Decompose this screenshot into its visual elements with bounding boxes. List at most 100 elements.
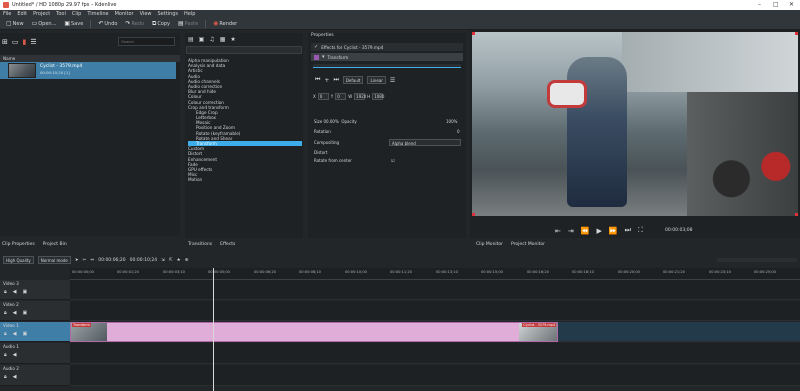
tab-transitions[interactable]: Transitions [188, 242, 212, 247]
paste-button[interactable]: ▤ Paste [175, 19, 201, 29]
add-effect-icon[interactable]: ⊕ [185, 258, 189, 263]
height-field[interactable]: 1080 [372, 93, 384, 100]
width-field[interactable]: 1920 [354, 93, 366, 100]
minimize-icon[interactable]: – [758, 1, 761, 8]
menu-icon[interactable]: ☰ [30, 38, 36, 46]
tab-project-monitor[interactable]: Project Monitor [511, 242, 545, 247]
zoom-slider[interactable] [717, 258, 797, 262]
favorite-star-icon[interactable]: ★ [230, 36, 235, 43]
edit-mode-select[interactable]: Normal mode [37, 256, 71, 264]
selection-tool-icon[interactable]: ➤ [75, 258, 79, 263]
ease-select[interactable]: Linear [367, 76, 386, 84]
forward-icon[interactable]: ⏩ [609, 227, 618, 235]
menu-help[interactable]: Help [184, 11, 195, 17]
new-folder-icon[interactable]: ▭ [12, 38, 19, 46]
copy-button[interactable]: ⧉ Copy [149, 19, 173, 29]
razor-tool-icon[interactable]: ✂ [83, 258, 87, 263]
audio-mute-icon[interactable]: ◀ [13, 289, 17, 295]
new-button[interactable]: ▢ New [3, 19, 27, 29]
x-field[interactable]: 0 [317, 93, 329, 100]
track-lane[interactable] [70, 301, 800, 321]
interpolation-select[interactable]: Default [342, 76, 364, 84]
timeline-clip[interactable]: Transform Cyclist - 3579.mp4 [70, 322, 558, 342]
track-header-video-2[interactable]: Video 2 🔒︎ ◀ ▣ [0, 301, 70, 321]
tree-item[interactable]: Motion [188, 177, 302, 182]
favorite-star-icon[interactable]: ★ [177, 258, 181, 263]
menu-view[interactable]: View [140, 11, 152, 17]
lock-icon[interactable]: 🔒︎ [4, 289, 7, 295]
render-button[interactable]: ◉ Render [210, 19, 240, 29]
effects-search-input[interactable] [186, 46, 302, 54]
custom-effects-icon[interactable]: ▦ [220, 36, 226, 43]
tab-clip-properties[interactable]: Clip Properties [2, 242, 35, 247]
transform-effect-header[interactable]: ▾ Transform [311, 53, 463, 61]
timeline-ruler[interactable]: 00:00:00;00 00:00:01;20 00:00:03;10 00:0… [70, 268, 800, 280]
monitor-timecode[interactable]: 00:00:03;08 [665, 228, 692, 233]
lock-icon[interactable]: 🔒︎ [4, 352, 7, 358]
menu-tool[interactable]: Tool [56, 11, 66, 17]
compositing-select[interactable]: Alpha blend [389, 139, 461, 146]
video-toggle-icon[interactable]: ▣ [23, 289, 28, 295]
menu-project[interactable]: Project [33, 11, 50, 17]
insert-icon[interactable]: ⇲ [161, 258, 165, 263]
check-icon[interactable]: ✓ [314, 44, 318, 50]
bin-search-input[interactable] [118, 37, 175, 46]
next-keyframe-icon[interactable]: ⏭ [333, 76, 338, 84]
tab-clip-monitor[interactable]: Clip Monitor [476, 242, 503, 247]
zone-out-icon[interactable]: ⇥ [568, 227, 574, 235]
previous-keyframe-icon[interactable]: ⏮ [315, 76, 320, 84]
audio-mute-icon[interactable]: ◀ [13, 331, 17, 337]
menu-settings[interactable]: Settings [158, 11, 179, 17]
add-keyframe-icon[interactable]: + [324, 77, 329, 84]
video-toggle-icon[interactable]: ▣ [23, 310, 28, 316]
tab-project-bin[interactable]: Project Bin [43, 242, 67, 247]
video-preview[interactable] [472, 32, 798, 216]
track-header-audio-2[interactable]: Audio 2 🔒︎ ◀ [0, 365, 70, 386]
quality-select[interactable]: High Quality [3, 256, 34, 264]
spacer-tool-icon[interactable]: ⇔ [90, 258, 94, 263]
menu-edit[interactable]: Edit [17, 11, 27, 17]
video-effects-icon[interactable]: ▣ [199, 36, 205, 43]
rotate-center-checkbox[interactable]: ☑ [391, 158, 395, 163]
redo-button[interactable]: ↷ Redo [122, 19, 147, 29]
menu-monitor[interactable]: Monitor [115, 11, 134, 17]
zone-in-icon[interactable]: ⇤ [555, 227, 561, 235]
opacity-value[interactable]: 100% [446, 119, 457, 124]
add-clip-icon[interactable]: ⊞ [2, 38, 8, 46]
track-lane[interactable] [70, 365, 800, 386]
rewind-icon[interactable]: ⏪ [581, 227, 590, 235]
menu-file[interactable]: File [3, 11, 11, 17]
lock-icon[interactable]: 🔒︎ [4, 331, 7, 337]
y-field[interactable]: 0 [335, 93, 347, 100]
size-value[interactable]: 00.00% [324, 119, 339, 124]
rotation-value[interactable]: 0 [457, 129, 460, 134]
track-lane[interactable] [70, 343, 800, 364]
open-button[interactable]: ▭ Open... [29, 19, 60, 29]
keyframe-ruler[interactable] [313, 64, 461, 68]
end-icon[interactable]: ⏭ [625, 226, 631, 235]
fullscreen-icon[interactable]: ⛶ [638, 226, 643, 235]
audio-mute-icon[interactable]: ◀ [13, 310, 17, 316]
overwrite-icon[interactable]: ⇱ [169, 258, 173, 263]
audio-mute-icon[interactable]: ◀ [13, 374, 17, 380]
undo-button[interactable]: ↶ Undo [95, 19, 120, 29]
menu-timeline[interactable]: Timeline [87, 11, 108, 17]
lock-icon[interactable]: 🔒︎ [4, 310, 7, 316]
delete-icon[interactable]: ▮ [23, 38, 27, 46]
video-toggle-icon[interactable]: ▣ [23, 331, 28, 337]
audio-effects-icon[interactable]: ♫ [209, 36, 214, 43]
menu-icon[interactable]: ☰ [390, 77, 395, 84]
list-icon[interactable]: ▤ [188, 36, 194, 43]
track-header-audio-1[interactable]: Audio 1 🔒︎ ◀ [0, 343, 70, 364]
tab-effects[interactable]: Effects [220, 242, 235, 247]
play-icon[interactable]: ▶ [596, 227, 601, 235]
menu-clip[interactable]: Clip [72, 11, 81, 17]
maximize-icon[interactable]: □ [773, 1, 779, 8]
collapse-icon[interactable]: ▾ [322, 54, 325, 60]
track-header-video-3[interactable]: Video 3 🔒︎ ◀ ▣ [0, 280, 70, 300]
lock-icon[interactable]: 🔒︎ [4, 374, 7, 380]
audio-mute-icon[interactable]: ◀ [13, 352, 17, 358]
track-lane[interactable] [70, 280, 800, 300]
playhead[interactable] [213, 268, 214, 391]
close-icon[interactable]: ✕ [789, 1, 794, 8]
